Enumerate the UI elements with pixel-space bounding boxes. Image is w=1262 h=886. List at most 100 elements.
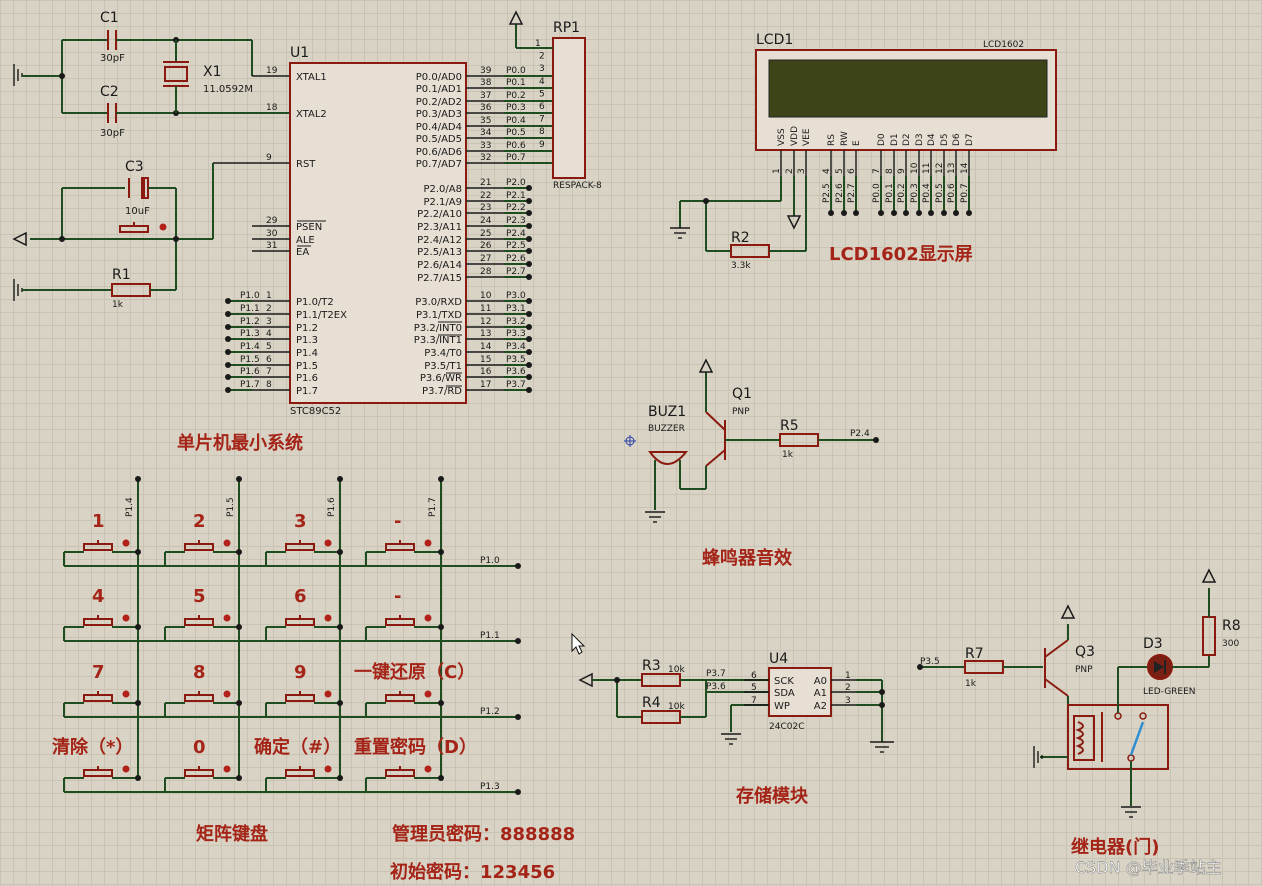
power-arrow-icon [1060,604,1076,619]
lcd-net-label: P0.7 [960,183,970,203]
mcu-net-label: P3.0 [506,291,526,301]
c3-ref: C3 [125,159,144,175]
rp1-part: RESPACK-8 [553,181,602,191]
mcu-pin-name: P3.6/WR [420,373,462,384]
capacitor-c3: C3 10uF [125,159,150,217]
d3-ref: D3 [1143,636,1163,652]
mcu-pin-number: 30 [266,229,278,239]
keypad-row-net: P1.3 [480,782,500,792]
rp1-pin-number: 5 [539,89,545,99]
mcu-net-label: P1.5 [240,355,260,365]
mcu-pin-name: P0.2/AD2 [416,97,462,108]
capacitor-c1: C1 30pF [100,10,125,64]
mcu-pin-number: 3 [266,317,272,327]
buzzer-section: BUZ1 BUZZER Q1 PNP R5 1k P2.4 [624,358,879,523]
crosshair-marker-icon [624,435,636,447]
keypad-key: 9 [265,662,343,717]
rp1-pin-number: 8 [539,127,545,137]
net-terminal [891,210,897,216]
u4-ref: U4 [769,651,788,667]
net-terminal [526,223,532,229]
net-terminal [526,324,532,330]
lcd-pin-number: 9 [897,168,907,174]
r5-net: P2.4 [850,429,870,439]
admin-password-note: 管理员密码：888888 [392,823,575,845]
rp1-pin-number: 9 [539,140,545,150]
mcu-pin-name: P0.1/AD1 [416,84,462,95]
mcu-right-pins: P0.0/AD039 P0.0P0.1/AD138 P0.1P0.2/AD237 P0… [414,66,553,397]
keypad-key: 1 [63,511,141,566]
mcu-net-label: P2.3 [506,216,526,226]
mcu-pin-name: P1.5 [296,361,318,372]
mcu-pin-name: EA [296,247,309,258]
relay-section: P3.5 R7 1k Q3 PNP D3 LED-GREEN R8 300 [917,568,1241,818]
mcu-pin-name: P1.1/T2EX [296,310,347,321]
mcu-pin-name: P2.2/A10 [417,209,462,220]
r7-ref: R7 [965,646,984,662]
mcu-net-label: P2.4 [506,229,526,239]
resistor-r4: R4 10k [641,695,685,724]
keypad-key: - [365,586,444,641]
mcu-pin-number: 10 [480,291,492,301]
u1-ref: U1 [290,45,309,61]
mcu-net-label: P3.4 [506,342,526,352]
mcu-pin-number: 37 [480,91,491,101]
net-terminal [526,336,532,342]
capacitor-c2: C2 30pF [100,84,125,139]
schematic-svg: C1 30pF C2 30pF X1 11.0592M C3 10uF R1 1… [12,10,1241,883]
mcu-pin-name: P0.3/AD3 [416,109,462,120]
keypad-key: 3 [265,511,343,566]
u4-pin-number: 2 [845,683,851,693]
lcd-screen [768,59,1048,118]
u4-pin-number: 5 [751,683,757,693]
mcu-pin-name: P3.7/RD [422,386,462,397]
mcu-pin-name: P3.0/RXD [415,297,462,308]
ground-symbol [645,511,665,523]
keypad-row-net: P1.0 [480,556,500,566]
u4-pin-number: 1 [845,671,851,681]
net-terminal [526,311,532,317]
keypad-key-label: - [394,511,401,532]
r5-value: 1k [782,450,794,460]
lcd-pin-name: VDD [790,126,800,146]
mcu-pin-number: 9 [266,153,272,163]
keypad-key: - [365,511,444,566]
transistor-q3: Q3 PNP [1044,624,1095,712]
lcd-pin-name: E [852,140,862,146]
mcu-pin-number: 13 [480,329,491,339]
title-keypad: 矩阵键盘 [196,823,268,845]
lcd-pin-number: 3 [797,168,807,174]
net-terminal [941,210,947,216]
r8-value: 300 [1222,639,1239,649]
mcu-net-label: P0.0 [506,66,526,76]
reset-button [119,222,167,233]
c1-value: 30pF [100,53,125,64]
net-terminal [526,210,532,216]
net-terminal [526,261,532,267]
mcu-pin-name: P2.5/A13 [417,247,462,258]
keypad-key-label: 一键还原（C） [354,661,475,683]
mcu-pin-number: 7 [266,367,272,377]
lcd-pin-name: RS [827,134,837,146]
lcd-pin-number: 8 [885,168,895,174]
net-terminal [841,210,847,216]
init-password-note: 初始密码：123456 [390,861,555,883]
x1-ref: X1 [203,64,222,80]
mcu-net-label: P0.5 [506,128,526,138]
mcu-net-label: P2.1 [506,191,526,201]
u4-pin-name: A1 [814,688,827,699]
resistor-r5: R5 1k P2.4 [779,418,879,460]
mcu-pin-name: P2.6/A14 [417,260,462,271]
r3-net: P3.7 [706,669,726,679]
lcd-pin-name: RW [840,131,850,146]
ground-symbol [721,733,741,745]
keypad-row-2: P1.1 [64,631,521,644]
rp1-pin-number: 4 [539,77,545,87]
mcu-pin-name: P3.2/INT0 [414,323,462,334]
u4-pin-name: SCK [774,676,794,687]
resistor-r8: R8 300 [1202,616,1241,656]
mcu-net-label: P2.6 [506,254,526,264]
net-terminal [225,362,231,368]
mcu-pin-number: 38 [480,78,492,88]
ground-symbol [13,64,62,86]
